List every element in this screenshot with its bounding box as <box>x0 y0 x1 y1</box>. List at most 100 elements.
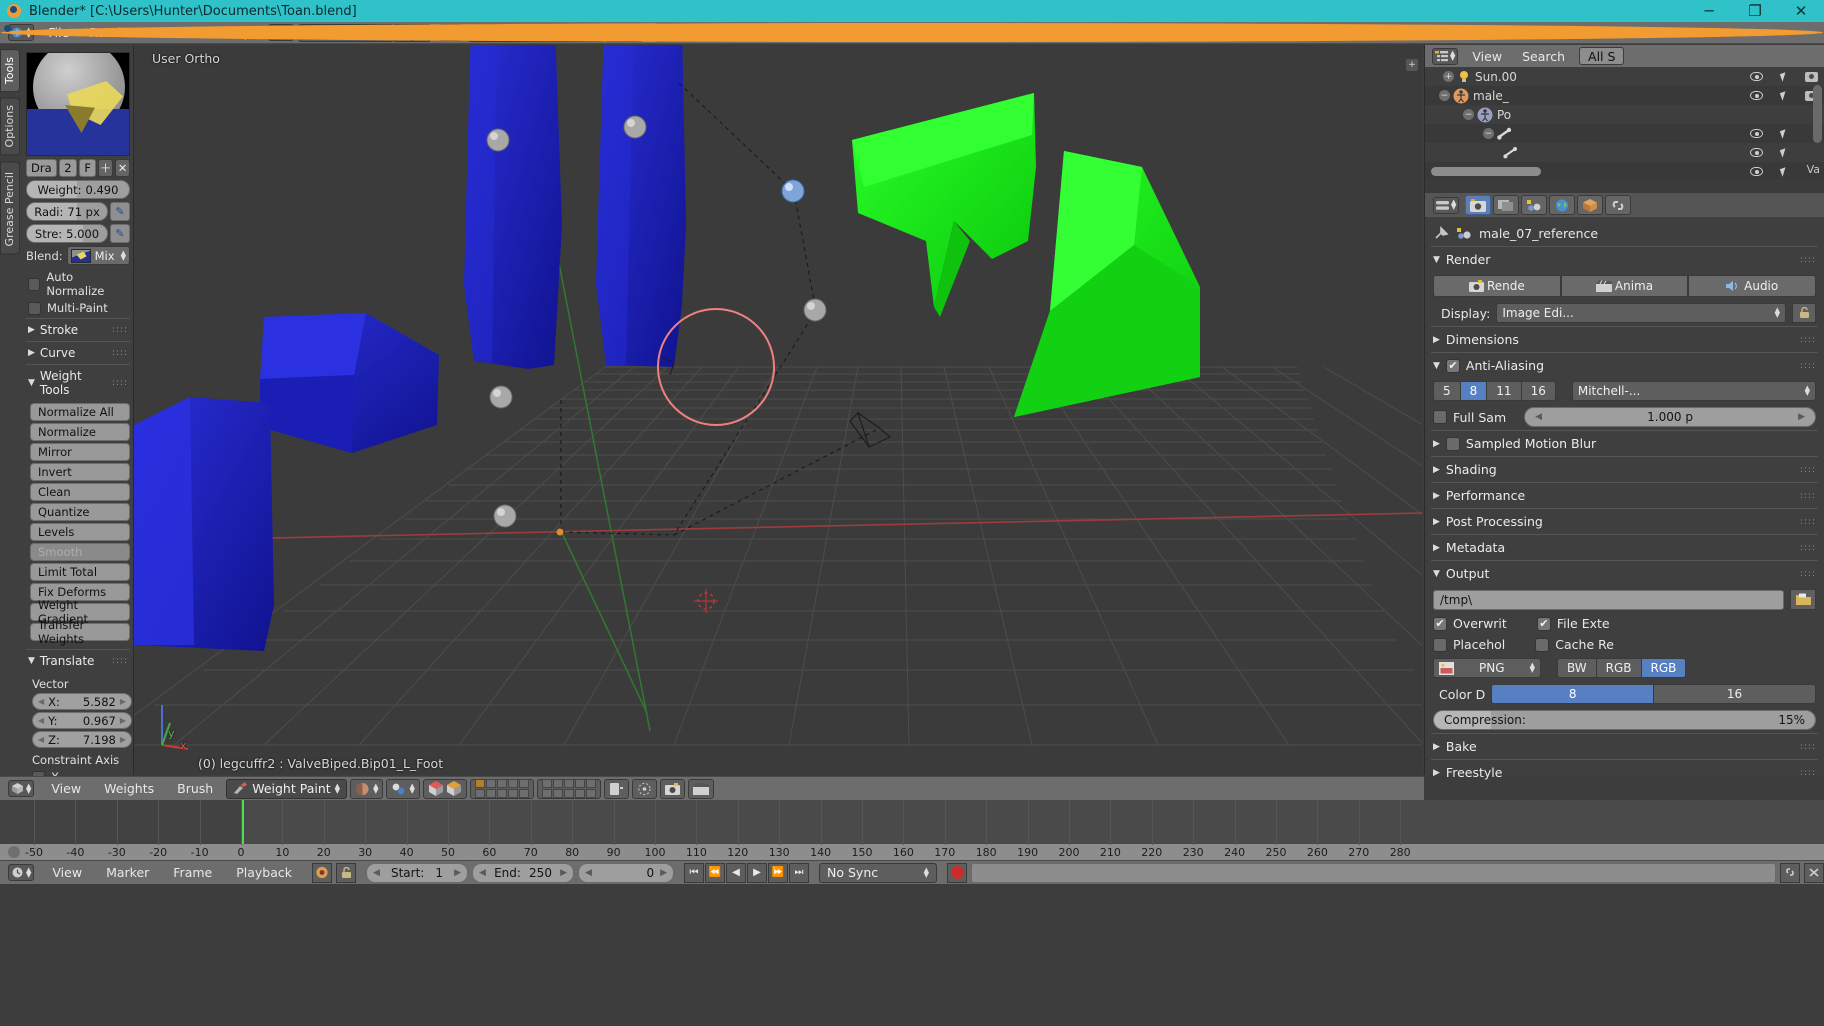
render-animation-shortcut-button[interactable] <box>687 778 714 799</box>
keying-set-remove-button[interactable] <box>1804 862 1824 883</box>
scene-layers-icon[interactable] <box>541 779 596 798</box>
section-post-processing[interactable]: ▶ Post Processing :::: <box>1431 508 1818 534</box>
face-select-icon[interactable] <box>428 781 444 796</box>
brush-delete-button[interactable]: ✕ <box>115 159 130 177</box>
play-button[interactable]: ▶ <box>747 862 768 883</box>
outliner-row-toggles[interactable] <box>1750 90 1818 101</box>
interaction-mode-dropdown[interactable]: Weight Paint ▲ ▼ <box>226 778 348 799</box>
collapse-icon[interactable]: − <box>1439 90 1450 101</box>
sync-mode-dropdown[interactable]: No Sync ▲ ▼ <box>819 862 938 883</box>
color-mode-rgb[interactable]: RGB <box>1596 659 1642 677</box>
tab-render[interactable] <box>1465 195 1492 215</box>
render-shortcut-button[interactable] <box>659 778 685 799</box>
pin-icon[interactable] <box>1433 226 1450 241</box>
vertex-select-icon[interactable] <box>446 781 462 796</box>
weight-tool-levels[interactable]: Levels <box>30 523 130 541</box>
panel-weight-tools[interactable]: ▼ Weight Tools :::: <box>26 364 130 401</box>
timeline-menu-frame[interactable]: Frame <box>163 863 222 882</box>
aa-sample-8[interactable]: 8 <box>1460 382 1488 400</box>
section-shading[interactable]: ▶ Shading :::: <box>1431 456 1818 482</box>
weight-tool-invert[interactable]: Invert <box>30 463 130 481</box>
viewport-shading-dropdown[interactable]: ▲ ▼ <box>350 778 384 799</box>
decrement-icon[interactable]: ◀ <box>38 735 44 744</box>
section-dimensions[interactable]: ▶ Dimensions :::: <box>1431 326 1818 352</box>
panel-translate[interactable]: ▼ Translate :::: <box>26 654 130 672</box>
scene-layers-icon[interactable] <box>474 779 529 798</box>
brush-name-field[interactable]: Dra <box>26 159 57 177</box>
render-audio-button[interactable]: Audio <box>1688 275 1817 297</box>
aa-sample-11[interactable]: 11 <box>1487 382 1522 400</box>
outliner-row-toggles[interactable] <box>1750 128 1818 139</box>
outliner-row-toggles[interactable] <box>1750 147 1818 158</box>
decrement-icon[interactable]: ◀ <box>1535 412 1542 422</box>
radius-pressure-icon[interactable]: ✎ <box>110 202 130 221</box>
viewport-menu-brush[interactable]: Brush <box>167 779 223 798</box>
properties-editor-icon[interactable]: ▲ ▼ <box>1433 196 1460 214</box>
jump-to-start-button[interactable]: ⏮ <box>684 862 705 883</box>
section-freestyle[interactable]: ▶ Freestyle :::: <box>1431 759 1818 785</box>
translate-x-field[interactable]: ◀ X: 5.582 ▶ <box>32 693 132 710</box>
render-image-button[interactable]: Rende <box>1433 275 1561 297</box>
compression-slider[interactable]: Compression: 15% <box>1433 710 1816 730</box>
section-output[interactable]: ▼ Output :::: <box>1431 560 1818 586</box>
panel-stroke[interactable]: ▶ Stroke :::: <box>26 318 130 341</box>
weight-tool-normalize-all[interactable]: Normalize All <box>30 403 130 421</box>
file-extensions-checkbox[interactable]: ✔ <box>1536 616 1551 631</box>
color-mode-rgba[interactable]: RGB <box>1641 659 1686 677</box>
timeline-menu-view[interactable]: View <box>42 863 92 882</box>
auto-normalize-row[interactable]: Auto Normalize <box>28 270 130 298</box>
tab-tools[interactable]: Tools <box>0 49 20 93</box>
paint-mask-toggles[interactable] <box>422 778 467 799</box>
section-metadata[interactable]: ▶ Metadata :::: <box>1431 534 1818 560</box>
timeline-menu-playback[interactable]: Playback <box>226 863 302 882</box>
aa-filter-dropdown[interactable]: Mitchell-... ▲ ▼ <box>1571 381 1816 401</box>
weight-tool-mirror[interactable]: Mirror <box>30 443 130 461</box>
output-browse-button[interactable] <box>1790 589 1816 610</box>
eye-icon[interactable] <box>1750 72 1763 81</box>
color-depth-8[interactable]: 8 <box>1492 685 1655 703</box>
previous-keyframe-button[interactable]: ⏪ <box>705 862 726 883</box>
decrement-icon[interactable]: ◀ <box>479 868 486 878</box>
aa-sample-5[interactable]: 5 <box>1434 382 1461 400</box>
motion-blur-checkbox[interactable] <box>1445 436 1460 451</box>
snap-toggle[interactable] <box>603 778 629 799</box>
timeline-editor-icon[interactable]: ▲ ▼ <box>8 864 35 881</box>
decrement-icon[interactable]: ◀ <box>373 868 380 878</box>
camera-icon[interactable] <box>1805 71 1818 82</box>
timeline-scroll-knob[interactable] <box>8 846 20 858</box>
increment-icon[interactable]: ▶ <box>454 868 461 878</box>
play-reverse-button[interactable]: ◀ <box>726 862 747 883</box>
weight-tool-clean[interactable]: Clean <box>30 483 130 501</box>
increment-icon[interactable]: ▶ <box>560 868 567 878</box>
multi-paint-row[interactable]: Multi-Paint <box>28 301 130 315</box>
viewport-menu-weights[interactable]: Weights <box>94 779 164 798</box>
viewport-3d[interactable]: User Ortho (0) legcuffr2 : ValveBiped.Bi… <box>134 45 1422 775</box>
brush-strength-slider[interactable]: Stre: 5.000 <box>26 224 108 243</box>
tab-object[interactable] <box>1577 195 1604 215</box>
weight-tool-normalize[interactable]: Normalize <box>30 423 130 441</box>
panel-curve[interactable]: ▶ Curve :::: <box>26 341 130 364</box>
keying-set-field[interactable] <box>971 862 1776 883</box>
aa-size-field[interactable]: ◀ 1.000 p ▶ <box>1524 407 1816 427</box>
increment-icon[interactable]: ▶ <box>660 868 667 878</box>
auto-keyframe-toggle[interactable] <box>312 862 333 883</box>
render-animation-button[interactable]: Anima <box>1560 275 1689 297</box>
outliner-row-armature[interactable]: − male_ <box>1425 86 1824 105</box>
outliner-menu-view[interactable]: View <box>1462 47 1512 66</box>
minimize-button[interactable]: ─ <box>1686 0 1732 22</box>
eye-icon[interactable] <box>1750 148 1763 157</box>
multi-paint-checkbox[interactable] <box>28 301 41 315</box>
timeline-menu-marker[interactable]: Marker <box>96 863 159 882</box>
section-bake[interactable]: ▶ Bake :::: <box>1431 733 1818 759</box>
auto-keying-toggle[interactable] <box>947 862 968 883</box>
strength-pressure-icon[interactable]: ✎ <box>110 224 130 243</box>
translate-y-field[interactable]: ◀ Y: 0.967 ▶ <box>32 712 132 729</box>
collapse-icon[interactable]: − <box>1463 109 1474 120</box>
lock-interface-icon[interactable] <box>1792 303 1816 323</box>
scene-layers-group-1[interactable] <box>469 778 534 799</box>
decrement-icon[interactable]: ◀ <box>38 716 44 725</box>
cursor-icon[interactable] <box>1779 71 1789 82</box>
eye-icon[interactable] <box>1750 167 1763 176</box>
aa-samples-enum[interactable]: 5 8 11 16 <box>1433 381 1556 401</box>
outliner-horizontal-scrollbar[interactable] <box>1431 167 1541 176</box>
